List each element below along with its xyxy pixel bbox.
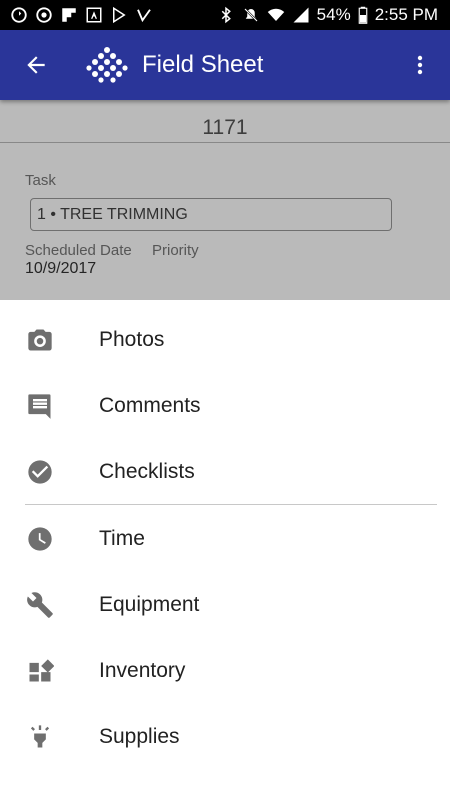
sheet-item-label: Comments: [99, 394, 201, 417]
inventory-icon: [25, 656, 55, 686]
clock-icon: [25, 524, 55, 554]
battery-percent: 54%: [316, 5, 351, 24]
notification-icons: [10, 6, 153, 24]
check-box-icon: [135, 6, 153, 24]
sheet-item-label: Checklists: [99, 460, 195, 483]
battery-icon: [358, 6, 368, 24]
sheet-item-label: Equipment: [99, 593, 200, 616]
sheet-item-supplies[interactable]: Supplies: [0, 707, 450, 767]
sheet-item-time[interactable]: Time: [0, 509, 450, 569]
signal-icon: [292, 6, 310, 24]
app-logo: [86, 44, 128, 86]
bluetooth-icon: [217, 6, 235, 24]
sheet-item-checklists[interactable]: Checklists: [0, 442, 450, 502]
arrow-back-icon: [27, 56, 45, 74]
system-icons: 54% 2:55 PM: [217, 5, 438, 25]
font-icon: [85, 6, 103, 24]
lightbulb-icon: [25, 722, 55, 752]
camera-icon: [25, 325, 55, 355]
check-circle-icon: [25, 457, 55, 487]
sheet-item-photos[interactable]: Photos: [0, 310, 450, 370]
back-button[interactable]: [18, 47, 54, 83]
comment-icon: [25, 391, 55, 421]
sync-icon: [10, 6, 28, 24]
more-vert-icon: [417, 55, 423, 75]
play-store-icon: [110, 6, 128, 24]
overflow-menu-button[interactable]: [402, 43, 438, 87]
app-bar: Field Sheet: [0, 30, 450, 100]
sheet-item-label: Inventory: [99, 659, 186, 682]
sheet-item-comments[interactable]: Comments: [0, 376, 450, 436]
flipboard-icon: [60, 6, 78, 24]
scrim-overlay[interactable]: [0, 100, 450, 300]
bottom-sheet: Photos Comments Checklists Time Equipmen…: [0, 300, 450, 800]
page-title: Field Sheet: [142, 51, 264, 78]
sheet-item-inventory[interactable]: Inventory: [0, 641, 450, 701]
divider: [25, 504, 437, 505]
mute-icon: [242, 6, 260, 24]
clock-time: 2:55 PM: [374, 5, 438, 24]
wrench-icon: [25, 590, 55, 620]
sheet-item-label: Supplies: [99, 725, 180, 748]
sheet-item-label: Time: [99, 527, 145, 550]
sheet-item-equipment[interactable]: Equipment: [0, 575, 450, 635]
status-bar: 54% 2:55 PM: [0, 0, 450, 30]
sheet-item-label: Photos: [99, 328, 165, 351]
wifi-icon: [267, 6, 285, 24]
target-icon: [35, 6, 53, 24]
